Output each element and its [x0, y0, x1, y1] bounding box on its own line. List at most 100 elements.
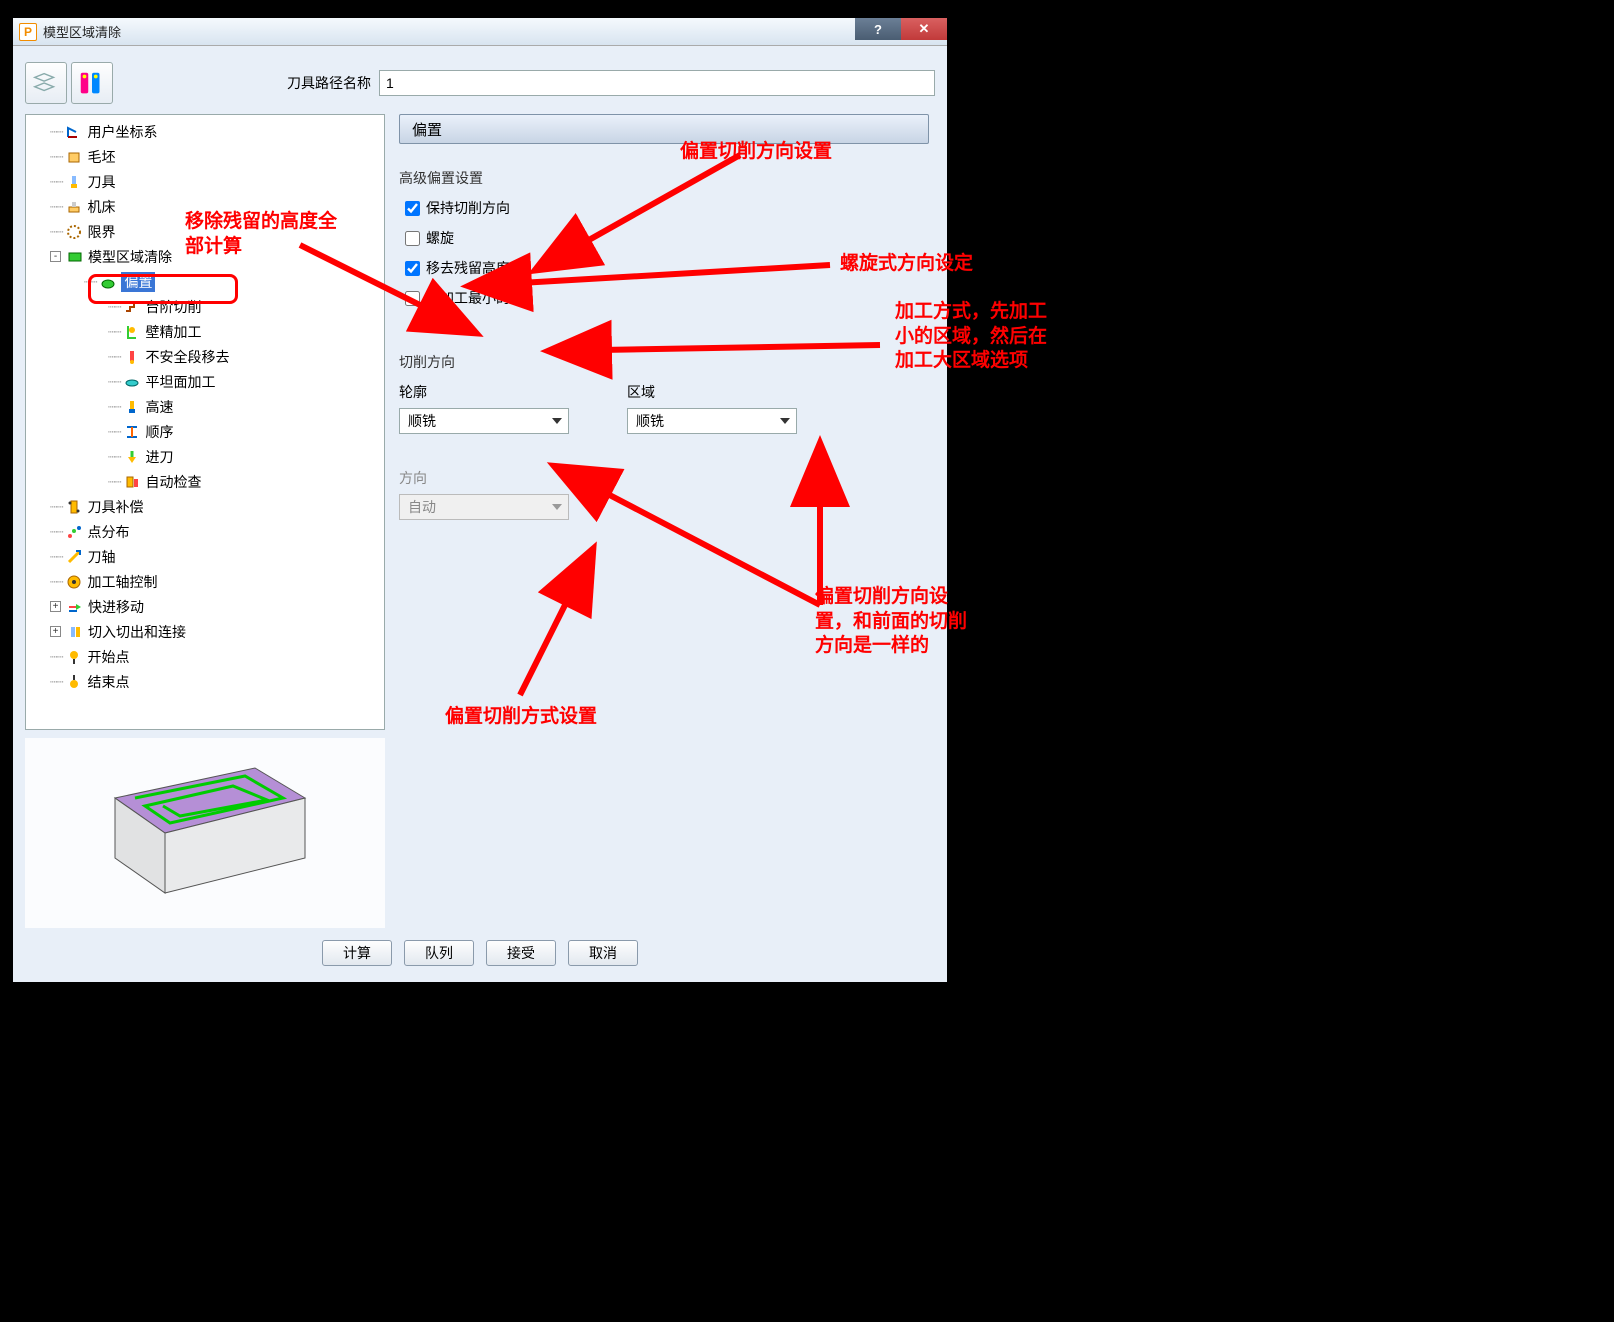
- boundary-icon: [64, 223, 84, 241]
- app-icon: P: [19, 23, 37, 41]
- tree-item-stepcut[interactable]: ┈┈ 台阶切削: [26, 294, 384, 319]
- top-toolbar: 刀具路径名称: [25, 56, 935, 114]
- toolpath-name-label: 刀具路径名称: [287, 73, 371, 93]
- chk-spiral[interactable]: [405, 231, 420, 246]
- tree-label: 快进移动: [88, 597, 144, 617]
- tree-label: 毛坯: [87, 147, 115, 167]
- chk-keepdir[interactable]: [405, 201, 420, 216]
- tree-item-highspeed[interactable]: ┈┈ 高速: [26, 394, 384, 419]
- chk-smallfirst[interactable]: [405, 291, 420, 306]
- strategy-icon-button-2[interactable]: [71, 62, 113, 104]
- tree-expander[interactable]: -: [50, 251, 61, 262]
- tree-expander[interactable]: +: [50, 601, 61, 612]
- tree-label: 刀轴: [87, 547, 115, 567]
- chk-smallfirst-label: 先加工最小的: [426, 288, 510, 308]
- window-title: 模型区域清除: [43, 22, 121, 41]
- chk-keepdir-label: 保持切削方向: [426, 198, 510, 218]
- group-advanced-label: 高级偏置设置: [399, 168, 929, 188]
- machine-icon: [64, 198, 84, 216]
- tree-label: 模型区域清除: [88, 247, 172, 267]
- tree-label: 台阶切削: [145, 297, 201, 317]
- flat-icon: [122, 373, 142, 391]
- strategy-preview: [25, 738, 385, 928]
- strategy-tree[interactable]: ┈┈ 用户坐标系 ┈┈ 毛坯 ┈┈ 刀具: [25, 114, 385, 730]
- toolcomp-icon: [64, 498, 84, 516]
- tree-item-approach[interactable]: ┈┈ 进刀: [26, 444, 384, 469]
- help-button[interactable]: ?: [855, 18, 901, 40]
- tree-item-ucs[interactable]: ┈┈ 用户坐标系: [26, 119, 384, 144]
- tree-label: 刀具补偿: [87, 497, 143, 517]
- calc-button[interactable]: 计算: [322, 940, 392, 966]
- tree-item-end[interactable]: ┈┈ 结束点: [26, 669, 384, 694]
- areaclear-icon: [65, 248, 85, 266]
- tree-item-toolcomp[interactable]: ┈┈ 刀具补偿: [26, 494, 384, 519]
- tree-label: 限界: [87, 222, 115, 242]
- wall-icon: [122, 323, 142, 341]
- tree-item-start[interactable]: ┈┈ 开始点: [26, 644, 384, 669]
- accept-button[interactable]: 接受: [486, 940, 556, 966]
- chk-spiral-label: 螺旋: [426, 228, 454, 248]
- tree-item-tool[interactable]: ┈┈ 刀具: [26, 169, 384, 194]
- panel-title: 偏置: [399, 114, 929, 144]
- tree-item-order[interactable]: ┈┈ 顺序: [26, 419, 384, 444]
- tree-item-flat[interactable]: ┈┈ 平坦面加工: [26, 369, 384, 394]
- tree-label: 切入切出和连接: [88, 622, 186, 642]
- titlebar: P 模型区域清除 ? ✕: [13, 18, 947, 46]
- toolaxis-icon: [64, 548, 84, 566]
- combo-profile-value: 顺铣: [408, 411, 436, 431]
- tree-item-autocheck[interactable]: ┈┈ 自动检查: [26, 469, 384, 494]
- direction-label: 方向: [399, 468, 929, 488]
- tree-item-axisctrl[interactable]: ┈┈ 加工轴控制: [26, 569, 384, 594]
- tree-label: 刀具: [87, 172, 115, 192]
- tree-item-offset[interactable]: ┈┈ 偏置: [26, 269, 384, 294]
- cancel-button[interactable]: 取消: [568, 940, 638, 966]
- tree-item-leadlinks[interactable]: + 切入切出和连接: [26, 619, 384, 644]
- tree-item-machine[interactable]: ┈┈ 机床: [26, 194, 384, 219]
- tool-icon: [64, 173, 84, 191]
- tree-item-toolaxis[interactable]: ┈┈ 刀轴: [26, 544, 384, 569]
- tree-item-areaclear[interactable]: - 模型区域清除: [26, 244, 384, 269]
- order-icon: [122, 423, 142, 441]
- tree-label: 偏置: [121, 272, 155, 292]
- combo-direction-value: 自动: [408, 497, 436, 517]
- chk-removerest[interactable]: [405, 261, 420, 276]
- strategy-icon-button-1[interactable]: [25, 62, 67, 104]
- tree-label: 机床: [87, 197, 115, 217]
- combo-profile[interactable]: 顺铣: [399, 408, 569, 434]
- queue-button[interactable]: 队列: [404, 940, 474, 966]
- tree-item-boundary[interactable]: ┈┈ 限界: [26, 219, 384, 244]
- group-cutdir-label: 切削方向: [399, 352, 929, 372]
- tree-label: 自动检查: [145, 472, 201, 492]
- tree-item-rapid[interactable]: + 快进移动: [26, 594, 384, 619]
- tree-label: 高速: [145, 397, 173, 417]
- chevron-down-icon: [552, 418, 562, 424]
- offset-icon: [98, 273, 118, 291]
- chevron-down-icon: [552, 504, 562, 510]
- tree-label: 顺序: [145, 422, 173, 442]
- left-pane: ┈┈ 用户坐标系 ┈┈ 毛坯 ┈┈ 刀具: [25, 114, 385, 928]
- autocheck-icon: [122, 473, 142, 491]
- tree-item-stock[interactable]: ┈┈ 毛坯: [26, 144, 384, 169]
- combo-area[interactable]: 顺铣: [627, 408, 797, 434]
- tree-item-wall[interactable]: ┈┈ 壁精加工: [26, 319, 384, 344]
- tree-item-unsafe[interactable]: ┈┈ 不安全段移去: [26, 344, 384, 369]
- tree-label: 点分布: [87, 522, 129, 542]
- toolpath-name-input[interactable]: [379, 70, 935, 96]
- unsafe-icon: [122, 348, 142, 366]
- start-icon: [64, 648, 84, 666]
- tree-label: 不安全段移去: [145, 347, 229, 367]
- combo-direction: 自动: [399, 494, 569, 520]
- tree-label: 加工轴控制: [87, 572, 157, 592]
- stepcut-icon: [122, 298, 142, 316]
- tree-label: 开始点: [87, 647, 129, 667]
- tree-item-ptdist[interactable]: ┈┈ 点分布: [26, 519, 384, 544]
- tree-label: 壁精加工: [145, 322, 201, 342]
- leadlinks-icon: [65, 623, 85, 641]
- chevron-down-icon: [780, 418, 790, 424]
- axisctrl-icon: [64, 573, 84, 591]
- close-button[interactable]: ✕: [901, 18, 947, 40]
- ucs-icon: [64, 123, 84, 141]
- tree-label: 结束点: [87, 672, 129, 692]
- stock-icon: [64, 148, 84, 166]
- tree-expander[interactable]: +: [50, 626, 61, 637]
